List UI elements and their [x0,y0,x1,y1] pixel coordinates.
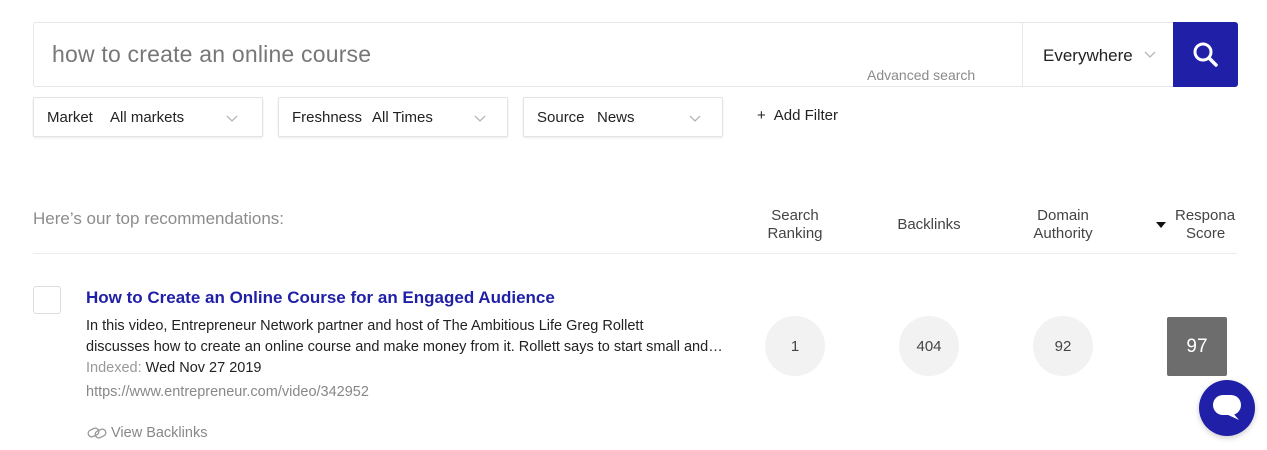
plus-icon: + [757,107,766,124]
response-score-badge: 97 [1167,317,1227,376]
chat-button[interactable] [1199,380,1255,436]
column-response-score[interactable]: Responа Score [1170,207,1237,243]
chevron-down-icon [226,115,238,122]
result-description-line: discusses how to create an online course… [86,339,726,355]
link-icon [87,427,107,439]
filter-key: Source [537,109,585,126]
column-label: Score [1186,225,1226,242]
search-ranking-value: 1 [765,316,825,376]
chevron-down-icon [474,115,486,122]
column-label: Search [771,207,819,224]
result-title-link[interactable]: How to Create an Online Course for an En… [86,288,555,308]
filter-value: All markets [110,109,185,126]
filter-source[interactable]: Source News [523,97,723,137]
result-description: In this video, Entrepreneur Network part… [86,316,726,358]
result-description-line: In this video, Entrepreneur Network part… [86,318,644,334]
scope-dropdown[interactable]: Everywhere [1022,23,1172,86]
advanced-search-link[interactable]: Advanced search [867,67,975,83]
sort-desc-icon[interactable] [1156,222,1166,228]
view-backlinks-link[interactable]: View Backlinks [87,425,207,441]
filter-key: Freshness [292,109,363,126]
filter-value: News [597,109,635,126]
search-icon [1193,42,1218,67]
filter-value: All Times [372,109,433,126]
recommendations-heading: Here’s our top recommendations: [33,209,285,228]
column-backlinks[interactable]: Backlinks [884,216,974,234]
column-label: Domain [1037,207,1089,224]
backlinks-value: 404 [899,316,959,376]
view-backlinks-label: View Backlinks [111,425,208,441]
add-filter-button[interactable]: + Add Filter [757,107,838,124]
column-domain-authority[interactable]: Domain Authority [1018,207,1108,243]
search-bar: how to create an online course Advanced … [33,22,1238,87]
add-filter-label: Add Filter [773,107,838,124]
header-divider [33,253,1237,254]
chat-icon [1213,395,1241,420]
column-label: Ranking [767,225,823,242]
scope-value: Everywhere [1043,46,1133,65]
chevron-down-icon [1144,51,1156,58]
filter-market[interactable]: Market All markets [33,97,263,137]
result-url[interactable]: https://www.entrepreneur.com/video/34295… [86,384,369,400]
domain-authority-value: 92 [1033,316,1093,376]
search-input[interactable]: how to create an online course [52,41,371,68]
column-label: Responа [1175,207,1236,224]
column-search-ranking[interactable]: Search Ranking [755,207,835,243]
indexed-label: Indexed: [86,360,142,376]
result-checkbox[interactable] [33,286,61,314]
search-button[interactable] [1173,22,1238,87]
filter-key: Market [47,109,93,126]
chevron-down-icon [689,115,701,122]
column-label: Authority [1033,225,1093,242]
result-indexed: Indexed: Wed Nov 27 2019 [86,360,261,376]
filter-freshness[interactable]: Freshness All Times [278,97,508,137]
indexed-date: Wed Nov 27 2019 [145,360,262,376]
column-label: Backlinks [897,216,961,233]
